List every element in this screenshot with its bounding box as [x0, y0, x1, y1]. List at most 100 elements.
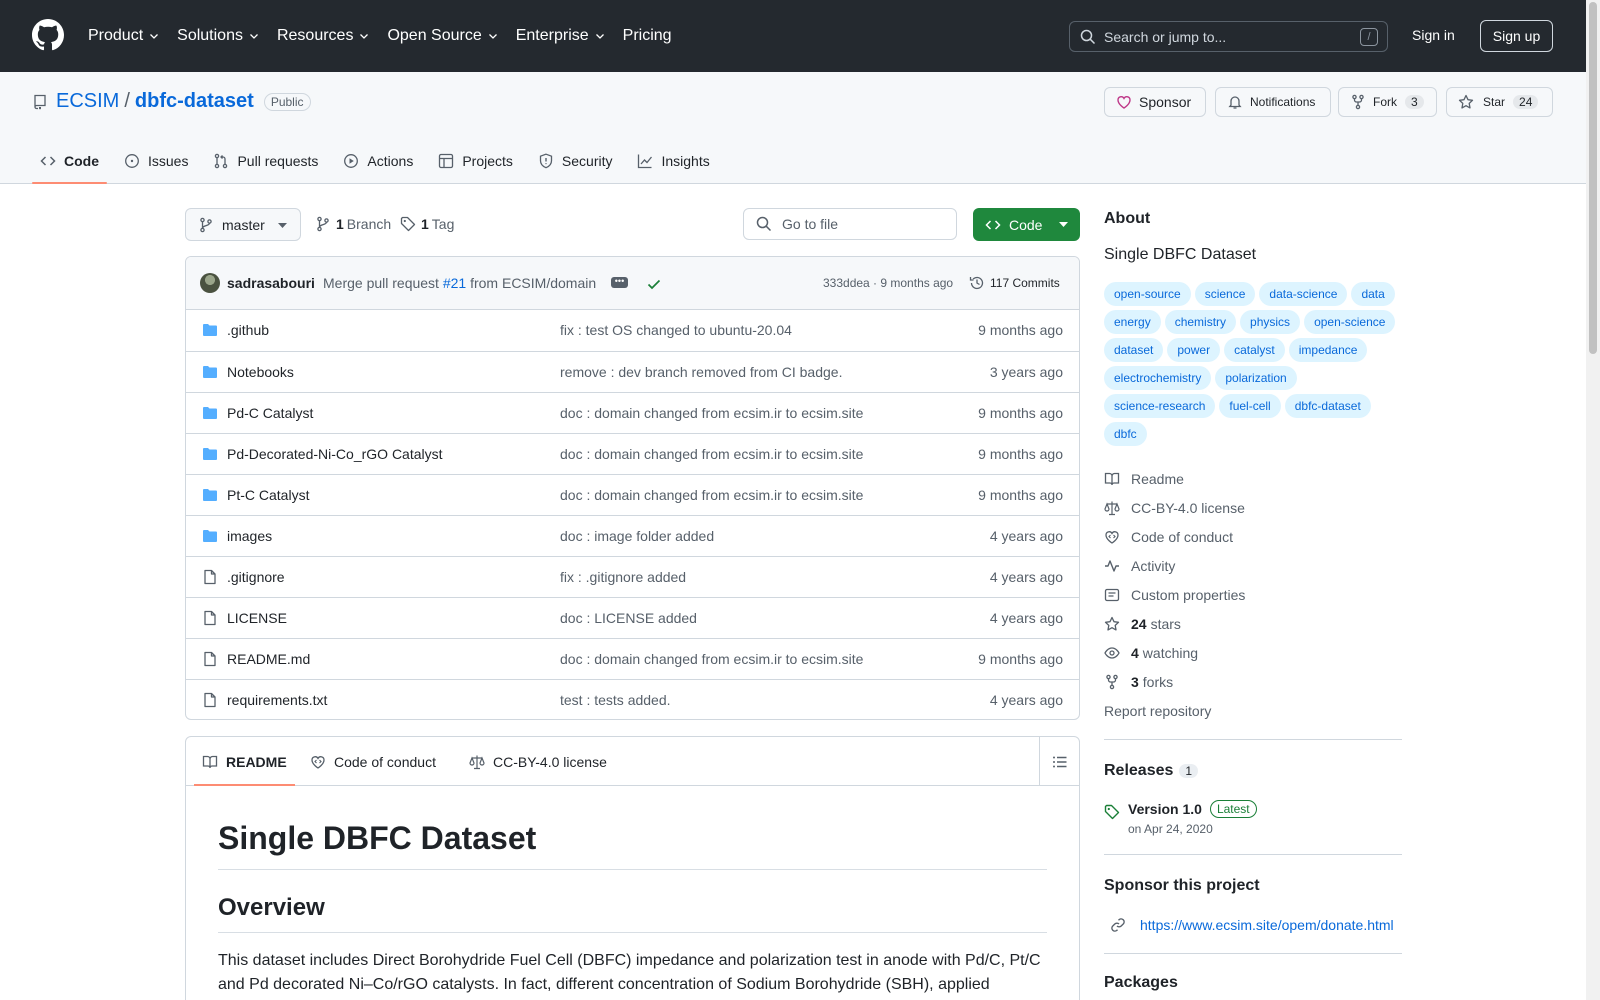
file-name-link[interactable]: Pd-Decorated-Ni-Co_rGO Catalyst: [227, 446, 443, 462]
outline-button[interactable]: [1039, 737, 1079, 786]
file-row[interactable]: Pt-C Catalyst doc : domain changed from e…: [186, 474, 1079, 515]
file-name-link[interactable]: LICENSE: [227, 610, 287, 626]
file-commit-message[interactable]: doc : image folder added: [560, 528, 714, 544]
topic-tag[interactable]: fuel-cell: [1219, 394, 1281, 418]
file-row[interactable]: README.md doc : domain changed from ecsim…: [186, 638, 1079, 679]
github-logo-icon[interactable]: [32, 19, 64, 51]
sign-up-button[interactable]: Sign up: [1480, 20, 1553, 52]
topic-tag[interactable]: science: [1194, 282, 1256, 306]
nav-resources[interactable]: Resources: [277, 27, 369, 45]
nav-pricing[interactable]: Pricing: [623, 27, 672, 45]
file-commit-message[interactable]: fix : test OS changed to ubuntu-20.04: [560, 322, 792, 338]
topic-tag[interactable]: open-science: [1304, 310, 1396, 334]
go-to-file-input[interactable]: Go to file: [743, 208, 957, 240]
file-commit-message[interactable]: doc : domain changed from ecsim.ir to ec…: [560, 405, 863, 421]
about-link-code-of-conduct[interactable]: Code of conduct: [1104, 522, 1402, 551]
expand-message-button[interactable]: •••: [611, 277, 628, 288]
nav-solutions[interactable]: Solutions: [177, 27, 259, 45]
tab-code[interactable]: Code: [32, 138, 107, 184]
sign-in-link[interactable]: Sign in: [1412, 27, 1455, 43]
tab-projects[interactable]: Projects: [430, 138, 521, 184]
commit-sha-time[interactable]: 333ddea · 9 months ago: [823, 276, 953, 290]
file-commit-message[interactable]: test : tests added.: [560, 692, 671, 708]
file-commit-message[interactable]: doc : LICENSE added: [560, 610, 697, 626]
code-dropdown-button[interactable]: Code: [973, 208, 1080, 241]
readme-tab-readme[interactable]: README: [194, 737, 295, 786]
readme-tab-code-of-conduct[interactable]: Code of conduct: [310, 737, 436, 786]
sponsor-button[interactable]: Sponsor: [1104, 87, 1206, 117]
commit-pr-link[interactable]: #21: [443, 275, 466, 291]
tags-link[interactable]: 1 Tag: [400, 216, 454, 232]
file-name-link[interactable]: Pt-C Catalyst: [227, 487, 309, 503]
tab-issues[interactable]: Issues: [116, 138, 196, 184]
topic-tag[interactable]: science-research: [1104, 394, 1216, 418]
commit-author[interactable]: sadrasabouri: [227, 275, 315, 291]
star-button[interactable]: Star 24: [1446, 87, 1553, 117]
topic-tag[interactable]: dbfc: [1104, 422, 1147, 446]
file-row[interactable]: requirements.txt test : tests added. 4 yea…: [186, 679, 1079, 719]
file-row[interactable]: Pd-C Catalyst doc : domain changed from e…: [186, 392, 1079, 433]
file-commit-message[interactable]: doc : domain changed from ecsim.ir to ec…: [560, 651, 863, 667]
topic-tag[interactable]: electrochemistry: [1104, 366, 1212, 390]
repo-name-link[interactable]: dbfc-dataset: [135, 90, 254, 113]
tab-insights[interactable]: Insights: [629, 138, 717, 184]
topic-tag[interactable]: chemistry: [1164, 310, 1237, 334]
file-row[interactable]: .github fix : test OS changed to ubuntu-2…: [186, 310, 1079, 351]
topic-tag[interactable]: power: [1167, 338, 1221, 362]
topic-tag[interactable]: data: [1351, 282, 1395, 306]
file-commit-message[interactable]: doc : domain changed from ecsim.ir to ec…: [560, 487, 863, 503]
page-scrollbar[interactable]: [1586, 0, 1600, 1000]
repo-owner-link[interactable]: ECSIM: [56, 90, 119, 113]
file-name-link[interactable]: Pd-C Catalyst: [227, 405, 313, 421]
notifications-button[interactable]: Notifications: [1215, 87, 1331, 117]
tab-security[interactable]: Security: [530, 138, 621, 184]
tab-pull-requests[interactable]: Pull requests: [205, 138, 326, 184]
global-search-input[interactable]: Search or jump to... /: [1069, 21, 1388, 52]
scrollbar-thumb[interactable]: [1589, 2, 1597, 354]
branch-selector[interactable]: master: [185, 208, 301, 241]
about-link-stars[interactable]: 24 stars: [1104, 609, 1402, 638]
topic-tag[interactable]: data-science: [1259, 282, 1348, 306]
topic-tag[interactable]: polarization: [1215, 366, 1297, 390]
branches-link[interactable]: 1 Branch: [315, 216, 391, 232]
file-commit-message[interactable]: remove : dev branch removed from CI badg…: [560, 364, 842, 380]
file-row[interactable]: LICENSE doc : LICENSE added 4 years ago: [186, 597, 1079, 638]
file-row[interactable]: .gitignore fix : .gitignore added 4 years …: [186, 556, 1079, 597]
tab-actions[interactable]: Actions: [335, 138, 421, 184]
about-link-custom-properties[interactable]: Custom properties: [1104, 580, 1402, 609]
file-row[interactable]: Notebooks remove : dev branch removed fro…: [186, 351, 1079, 392]
release-item[interactable]: Version 1.0 Latest on Apr 24, 2020: [1104, 800, 1402, 836]
topic-tag[interactable]: energy: [1104, 310, 1161, 334]
about-link-forks[interactable]: 3 forks: [1104, 667, 1402, 696]
file-commit-message[interactable]: fix : .gitignore added: [560, 569, 686, 585]
report-repository-link[interactable]: Report repository: [1104, 696, 1402, 725]
release-version[interactable]: Version 1.0: [1128, 801, 1202, 817]
topic-tag[interactable]: dataset: [1104, 338, 1164, 362]
about-link-activity[interactable]: Activity: [1104, 551, 1402, 580]
topic-tag[interactable]: impedance: [1288, 338, 1368, 362]
file-row[interactable]: Pd-Decorated-Ni-Co_rGO Catalyst doc : dom…: [186, 433, 1079, 474]
releases-header[interactable]: Releases 1: [1104, 762, 1402, 780]
nav-open-source[interactable]: Open Source: [387, 27, 497, 45]
file-name-link[interactable]: requirements.txt: [227, 692, 327, 708]
file-name-link[interactable]: .github: [227, 322, 269, 338]
commit-message[interactable]: Merge pull request #21 from ECSIM/domain: [323, 275, 596, 291]
topic-tag[interactable]: physics: [1240, 310, 1301, 334]
check-icon[interactable]: [646, 276, 662, 292]
nav-product[interactable]: Product: [88, 27, 159, 45]
topic-tag[interactable]: catalyst: [1224, 338, 1285, 362]
nav-enterprise[interactable]: Enterprise: [516, 27, 605, 45]
file-name-link[interactable]: images: [227, 528, 272, 544]
file-name-link[interactable]: README.md: [227, 651, 310, 667]
file-name-link[interactable]: Notebooks: [227, 364, 294, 380]
readme-tab-license[interactable]: CC-BY-4.0 license: [469, 737, 607, 786]
avatar[interactable]: [200, 273, 220, 293]
fork-button[interactable]: Fork 3: [1338, 87, 1437, 117]
file-commit-message[interactable]: doc : domain changed from ecsim.ir to ec…: [560, 446, 863, 462]
commit-history-link[interactable]: 117 Commits: [969, 275, 1060, 291]
file-name-link[interactable]: .gitignore: [227, 569, 285, 585]
about-link-cc-by-4-0-license[interactable]: CC-BY-4.0 license: [1104, 493, 1402, 522]
topic-tag[interactable]: dbfc-dataset: [1284, 394, 1371, 418]
topic-tag[interactable]: open-source: [1104, 282, 1191, 306]
sponsor-url-link[interactable]: https://www.ecsim.site/opem/donate.html: [1110, 917, 1402, 933]
